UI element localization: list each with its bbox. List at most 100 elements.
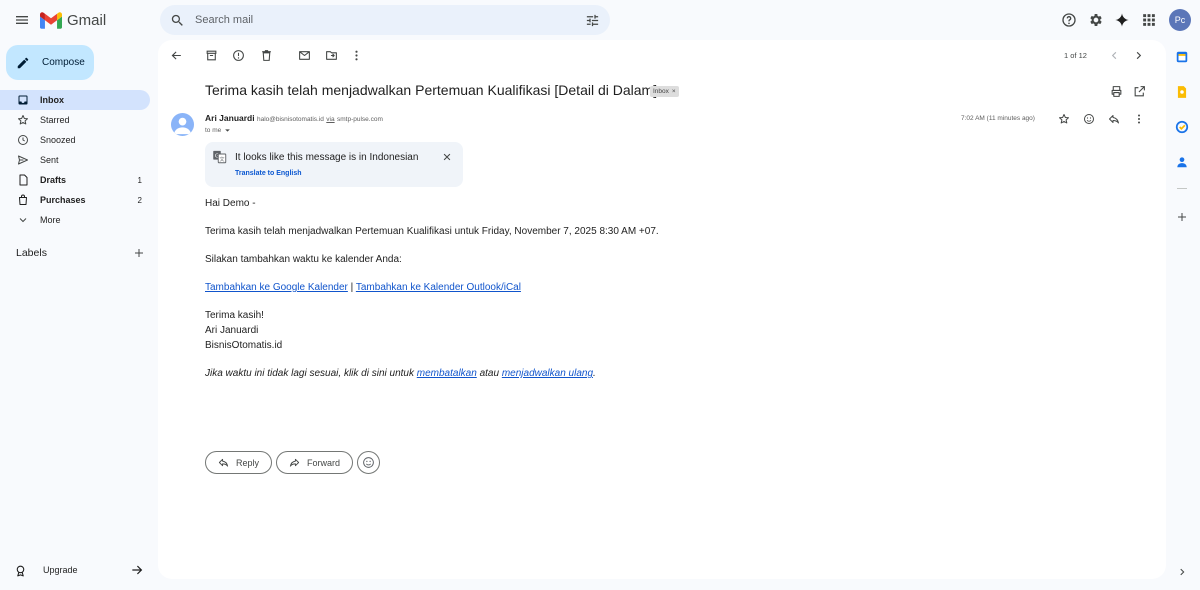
sidebar-item-label: More [40,215,61,225]
translate-link[interactable]: Translate to English [235,170,302,177]
back-button[interactable] [168,47,184,63]
emoji-reaction-button[interactable] [357,451,380,474]
sidebar-item-starred[interactable]: Starred [0,110,150,130]
open-new-window-button[interactable] [1131,83,1147,99]
sidebar-item-label: Inbox [40,95,64,105]
mail-icon [298,50,310,60]
via-word[interactable]: via [326,116,334,123]
newer-button[interactable] [1106,47,1122,63]
sidebar-item-drafts[interactable]: Drafts 1 [0,170,150,190]
sidebar-item-purchases[interactable]: Purchases 2 [0,190,150,210]
apps-button[interactable] [1138,9,1160,31]
tasks-app-button[interactable] [1174,119,1190,135]
forward-icon [289,458,300,467]
add-reaction-button[interactable] [1081,111,1097,127]
emoji-icon [1084,114,1094,124]
body-thanks: Terima kasih! [205,310,264,321]
translate-icon: G文 [212,149,228,165]
reply-action-button[interactable]: Reply [205,451,273,474]
open-in-new-icon [1134,85,1145,96]
upgrade-button[interactable]: Upgrade [14,561,144,579]
settings-button[interactable] [1085,9,1107,31]
body-line-2: Silakan tambahkan waktu ke kalender Anda… [205,254,402,265]
delete-button[interactable] [258,47,274,63]
report-spam-button[interactable] [230,47,246,63]
sidebar-item-inbox[interactable]: Inbox [0,90,150,110]
message-more-button[interactable] [1131,111,1147,127]
plus-icon [135,249,143,257]
gmail-logo[interactable]: Gmail [40,10,106,30]
inbox-label-chip[interactable]: Inbox × [650,86,679,97]
sidebar-item-label: Starred [40,115,70,125]
main-menu-button[interactable] [8,6,36,34]
show-side-panel-button[interactable] [1174,564,1190,580]
gemini-button[interactable] [1111,9,1133,31]
body-line-1: Terima kasih telah menjadwalkan Pertemua… [205,226,659,237]
account-avatar[interactable]: Pc [1169,9,1191,31]
label-chip-text: Inbox [653,88,669,95]
arrow-right-icon [132,565,143,575]
body-signature-name: Ari Januardi [205,325,259,336]
move-to-button[interactable] [323,47,339,63]
more-vert-icon [354,50,358,60]
translate-banner [205,142,463,187]
add-google-calendar-link[interactable]: Tambahkan ke Google Kalender [205,282,348,293]
calendar-app-button[interactable] [1174,49,1190,65]
search-bar[interactable] [160,5,610,35]
print-button[interactable] [1108,83,1124,99]
person-icon [173,117,192,135]
reschedule-link[interactable]: menjadwalkan ulang [502,368,593,379]
send-icon [18,155,28,165]
reply-label: Reply [236,457,260,468]
sidebar-item-label: Sent [40,155,59,165]
body-footer: Jika waktu ini tidak lagi sesuai, klik d… [205,368,596,379]
search-options-icon[interactable] [585,13,600,28]
page-count: 1 of 12 [1064,51,1087,60]
get-addons-button[interactable] [1174,209,1190,225]
purchases-icon [19,194,27,205]
calendar-icon [1176,51,1188,63]
sender-line: Ari Januardi halo@bisnisotomatis.id via … [205,113,383,123]
sender-avatar[interactable] [171,113,194,136]
create-label-button[interactable] [132,246,146,260]
sender-name[interactable]: Ari Januardi [205,113,255,123]
cancel-link[interactable]: membatalkan [417,368,477,379]
contacts-icon [1177,157,1187,168]
search-icon[interactable] [170,13,185,28]
older-button[interactable] [1130,47,1146,63]
chevron-left-icon [1111,51,1116,59]
caret-down-icon [225,129,231,132]
plus-icon [1178,213,1186,221]
gmail-m-icon [40,11,62,29]
star-icon [1059,114,1069,124]
keep-app-button[interactable] [1174,84,1190,100]
reply-button[interactable] [1106,111,1122,127]
recipient-details[interactable]: to me [205,127,231,134]
star-button[interactable] [1056,111,1072,127]
archive-button[interactable] [203,47,219,63]
translate-close-button[interactable] [440,150,454,164]
close-icon [443,153,451,161]
search-input[interactable] [195,14,585,26]
reply-icon [218,458,229,467]
print-icon [1111,85,1121,97]
footer-text: Jika waktu ini tidak lagi sesuai, klik d… [205,368,417,379]
gear-icon [1090,14,1102,26]
sidebar-item-more[interactable]: More [0,210,150,230]
add-outlook-calendar-link[interactable]: Tambahkan ke Kalender Outlook/iCal [356,282,521,293]
mark-unread-button[interactable] [296,47,312,63]
more-options-button[interactable] [348,47,364,63]
app-name: Gmail [67,11,107,29]
forward-action-button[interactable]: Forward [276,451,354,474]
sparkle-icon [1115,13,1129,27]
calendar-links: Tambahkan ke Google Kalender | Tambahkan… [205,282,521,293]
contacts-app-button[interactable] [1174,154,1190,170]
sidebar-item-snoozed[interactable]: Snoozed [0,130,150,150]
forward-label: Forward [307,457,341,468]
remove-label-icon[interactable]: × [672,88,676,95]
body-signature-company: BisnisOtomatis.id [205,340,283,351]
help-button[interactable] [1058,9,1080,31]
compose-label: Compose [42,57,85,68]
compose-button[interactable]: Compose [6,45,94,80]
sidebar-item-sent[interactable]: Sent [0,150,150,170]
